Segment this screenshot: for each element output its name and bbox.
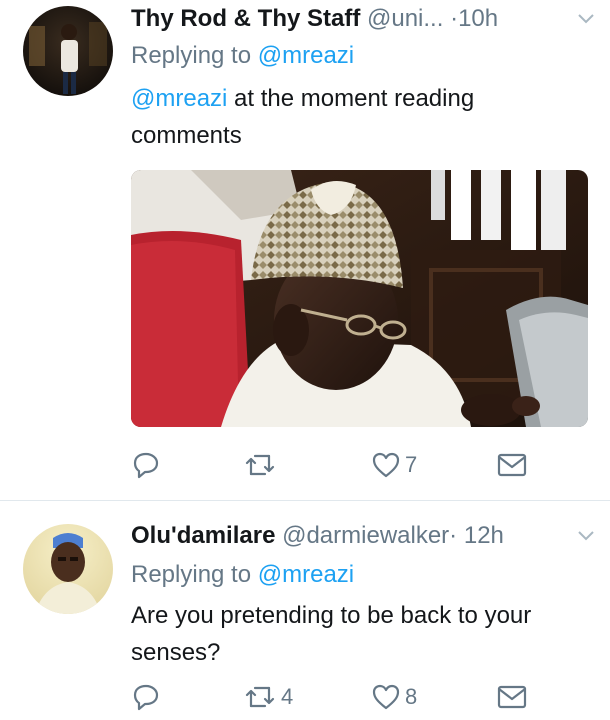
- chevron-down-icon[interactable]: [578, 13, 594, 25]
- replying-to: Replying to @mreazi: [131, 559, 354, 591]
- replying-to-label: Replying to: [131, 561, 258, 588]
- reply-button[interactable]: [131, 679, 165, 715]
- tweet-actions: 4 8: [131, 679, 551, 715]
- like-count: 7: [405, 452, 418, 477]
- tweet-actions: 7: [131, 447, 551, 483]
- timestamp[interactable]: 10h: [458, 5, 498, 32]
- tweet-photo[interactable]: [131, 170, 588, 427]
- separator: ·: [450, 5, 459, 32]
- like-icon: [372, 452, 400, 478]
- direct-message-icon: [497, 685, 527, 709]
- like-icon: [372, 684, 400, 710]
- replying-to-label: Replying to: [131, 42, 258, 69]
- retweet-button[interactable]: [243, 447, 281, 483]
- like-button[interactable]: 8: [371, 679, 417, 715]
- replying-to-mention[interactable]: @mreazi: [258, 42, 354, 69]
- text-mention[interactable]: @mreazi: [131, 85, 227, 112]
- user-handle[interactable]: @uni...: [367, 5, 443, 32]
- display-name[interactable]: Olu'damilare: [131, 522, 275, 549]
- tweet-text: Are you pretending to be back to your se…: [131, 597, 590, 671]
- timestamp[interactable]: 12h: [464, 522, 504, 549]
- direct-message-icon: [497, 453, 527, 477]
- separator: ·: [449, 522, 458, 549]
- like-button[interactable]: 7: [371, 447, 417, 483]
- replying-to-mention[interactable]: @mreazi: [258, 561, 354, 588]
- display-name[interactable]: Thy Rod & Thy Staff: [131, 5, 360, 32]
- retweet-icon: [245, 454, 275, 476]
- tweet-header: Olu'damilare @darmiewalker· 12h: [131, 519, 594, 553]
- tweet-header: Thy Rod & Thy Staff @uni... ·10h: [131, 2, 594, 36]
- retweet-icon: [245, 686, 275, 708]
- tweet-body: Are you pretending to be back to your se…: [131, 602, 532, 666]
- replying-to: Replying to @mreazi: [131, 40, 354, 72]
- like-count: 8: [405, 684, 418, 709]
- avatar[interactable]: [23, 6, 113, 96]
- direct-message-button[interactable]: [496, 447, 528, 483]
- reply-button[interactable]: [131, 447, 165, 483]
- tweet[interactable]: Thy Rod & Thy Staff @uni... ·10h Replyin…: [0, 0, 610, 500]
- reply-icon: [133, 452, 159, 479]
- user-handle[interactable]: @darmiewalker: [282, 522, 449, 549]
- chevron-down-icon[interactable]: [578, 530, 594, 542]
- retweet-button[interactable]: 4: [243, 679, 293, 715]
- avatar[interactable]: [23, 524, 113, 614]
- retweet-count: 4: [281, 684, 294, 709]
- tweet[interactable]: Olu'damilare @darmiewalker· 12h Replying…: [0, 501, 610, 720]
- reply-icon: [133, 684, 159, 711]
- tweet-text: @mreazi at the moment reading comments: [131, 80, 590, 154]
- direct-message-button[interactable]: [496, 679, 528, 715]
